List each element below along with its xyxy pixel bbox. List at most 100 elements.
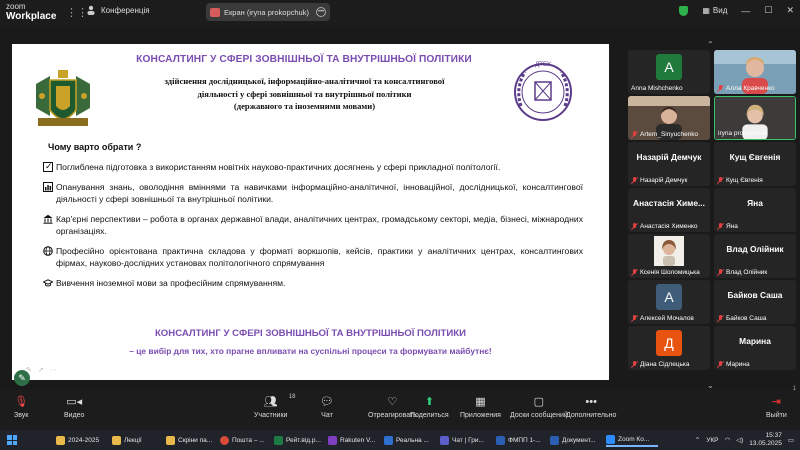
participant-tile[interactable]: Ксенія Шоломицька — [628, 234, 710, 278]
folder-icon — [112, 435, 121, 445]
taskbar-item[interactable]: Скріни па... — [166, 433, 216, 447]
video-button[interactable]: ▭◂ Видео — [64, 396, 84, 419]
folder-icon — [166, 435, 175, 445]
mic-muted-icon — [631, 315, 638, 322]
list-item: Опанування знань, оволодіння вміннями та… — [43, 181, 583, 206]
wifi-icon[interactable]: ◠ — [724, 436, 730, 444]
folder-icon — [56, 435, 65, 445]
chat-icon: 💬︎ — [320, 396, 334, 408]
leave-icon: ⇥ — [771, 396, 781, 408]
participant-tile[interactable]: Алла Кравченко — [714, 50, 796, 94]
globe-icon — [43, 245, 53, 256]
participant-tile[interactable]: A Алексей Мочалов — [628, 280, 710, 324]
participant-tile[interactable]: Влад Олійник Влад Олійник — [714, 234, 796, 278]
browser-icon — [220, 435, 229, 445]
graduation-cap-icon — [43, 278, 53, 286]
people-icon — [87, 5, 95, 15]
zoom-logo: zoom Workplace — [6, 2, 57, 22]
list-item: Кар'єрні перспективи – робота в органах … — [43, 213, 583, 238]
screen-share-indicator[interactable]: Екран (iryna prokopchuk) ••• — [206, 3, 330, 21]
more-dots-icon: ••• — [585, 396, 597, 408]
share-button[interactable]: ⬆ Поделиться — [410, 396, 449, 419]
clock[interactable]: 15:37 13.05.2025 — [749, 432, 782, 448]
whiteboard-icon: ▢ — [533, 396, 545, 408]
participant-tile[interactable]: Байков Саша Байков Саша — [714, 280, 796, 324]
participant-tile[interactable]: Анастасія Химе... Анастасія Хименко — [628, 188, 710, 232]
taskbar-item[interactable]: 2024-2025 — [56, 433, 108, 447]
list-item: Поглиблена підготовка з використанням но… — [43, 160, 583, 174]
avatar: A — [656, 284, 682, 310]
participant-tile-active-speaker[interactable]: iryna prokopchuk — [714, 96, 796, 140]
taskbar-item[interactable]: Чат | Гри... — [440, 433, 490, 447]
taskbar-item-active[interactable]: Zoom Ко... — [606, 433, 658, 447]
audio-button[interactable]: 🎙︎ Звук — [14, 396, 28, 419]
shield-icon[interactable] — [679, 5, 689, 16]
participant-tile[interactable]: Яна Яна — [714, 188, 796, 232]
arrow-icon[interactable]: ↗ — [38, 366, 44, 374]
chevron-up-icon[interactable]: ⌃ — [707, 40, 714, 49]
grid-dots-icon[interactable]: ⋮⋮ — [66, 6, 88, 19]
mic-muted-icon — [631, 131, 638, 138]
share-screen-icon: ⬆ — [424, 396, 434, 408]
annotate-pen-icon[interactable]: ✎ — [14, 370, 30, 386]
language-indicator[interactable]: УКР — [706, 437, 718, 444]
viber-icon — [328, 435, 337, 445]
excel-icon — [274, 435, 283, 445]
notifications-icon[interactable]: ▭ — [788, 436, 794, 444]
dteu-emblem-icon: ДТЕУ — [514, 62, 572, 121]
windows-taskbar: 2024-2025 Лекції Скріни па... Пошта – ..… — [0, 430, 800, 450]
taskbar-item[interactable]: Реальна ... — [384, 433, 434, 447]
taskbar-item[interactable]: ФМПП 1-... — [496, 433, 544, 447]
participant-tile[interactable]: A Anna Mishchenko — [628, 50, 710, 94]
windows-start-icon[interactable] — [7, 435, 17, 445]
dots-icon[interactable]: ⋯ — [50, 366, 57, 374]
chevron-up-icon[interactable]: ⌃ — [695, 436, 700, 444]
chat-button[interactable]: 💬︎ Чат — [320, 396, 334, 419]
more-options-icon[interactable]: ••• — [316, 7, 326, 17]
meeting-controls-bar: 🎙︎ Звук ▭◂ Видео 👥︎ 18 Участники 💬︎ Чат … — [0, 390, 800, 430]
taskbar-item[interactable]: Rakuten V... — [328, 433, 380, 447]
conference-menu[interactable]: Конференція — [86, 5, 150, 15]
avatar: Д — [656, 330, 682, 356]
speaker-icon[interactable]: ◁) — [736, 436, 743, 444]
participant-tile[interactable]: Д Діана Сідлецька — [628, 326, 710, 370]
taskbar-item[interactable]: Документ... — [550, 433, 600, 447]
taskbar-item[interactable]: Рейт.від.р... — [274, 433, 324, 447]
close-icon[interactable]: ✕ — [786, 5, 794, 16]
grid-view-icon: ▦ — [702, 6, 710, 15]
teams-icon — [440, 435, 449, 445]
mic-muted-icon — [717, 177, 724, 184]
minimize-icon[interactable]: — — [741, 6, 750, 16]
more-button[interactable]: ••• Дополнительно — [566, 396, 616, 419]
checkbox-icon — [43, 160, 53, 173]
zoom-icon — [606, 434, 615, 444]
taskbar-item[interactable]: Лекції — [112, 433, 160, 447]
closing-subtitle: – це вибір для тих, хто прагне впливати … — [129, 346, 492, 356]
university-coat-of-arms-icon — [36, 70, 90, 126]
participants-icon: 👥︎ — [263, 396, 278, 408]
maximize-icon[interactable]: ☐ — [764, 5, 772, 16]
mic-muted-icon — [631, 361, 638, 368]
closing-title: КОНСАЛТИНГ У СФЕРІ ЗОВНІШНЬОЇ ТА ВНУТРІШ… — [154, 328, 467, 339]
participants-button[interactable]: 👥︎ 18 Участники — [254, 394, 295, 419]
mic-muted-icon — [717, 315, 724, 322]
shared-screen-area: ДТЕУ КОНСАЛТИНГ У СФЕРІ ЗОВНІШНЬОЇ ТА ВН… — [0, 26, 624, 390]
participant-tile[interactable]: Кущ Євгенія Кущ Євгенія — [714, 142, 796, 186]
leave-button[interactable]: ⇥ Выйти — [766, 396, 787, 419]
participant-tile[interactable]: Artem_Sinyuchenko — [628, 96, 710, 140]
participant-gallery: ⌃ A Anna Mishchenko Алла Кравченко Artem… — [624, 26, 800, 398]
svg-text:ДТЕУ: ДТЕУ — [535, 62, 551, 68]
presentation-slide: ДТЕУ КОНСАЛТИНГ У СФЕРІ ЗОВНІШНЬОЇ ТА ВН… — [12, 44, 609, 380]
participant-tile[interactable]: Марина Марина — [714, 326, 796, 370]
view-button[interactable]: ▦ Вид — [702, 6, 727, 15]
why-choose-heading: Чому варто обрати ? — [48, 142, 142, 152]
bar-chart-icon — [43, 181, 53, 192]
apps-button[interactable]: ▦ Приложения — [460, 396, 501, 419]
slide-annotation-toolbar[interactable]: ✎ ↗ ⋯ — [26, 366, 57, 374]
word-icon — [550, 435, 559, 445]
whiteboards-button[interactable]: ▢ Доски сообщений — [510, 396, 568, 419]
taskbar-item[interactable]: Пошта – ... — [220, 433, 270, 447]
list-item: Професійно орієнтована практична складов… — [43, 245, 583, 270]
participant-tile[interactable]: Назарій Демчук Назарій Демчук — [628, 142, 710, 186]
chevron-down-icon[interactable]: ⌄ — [707, 381, 714, 390]
